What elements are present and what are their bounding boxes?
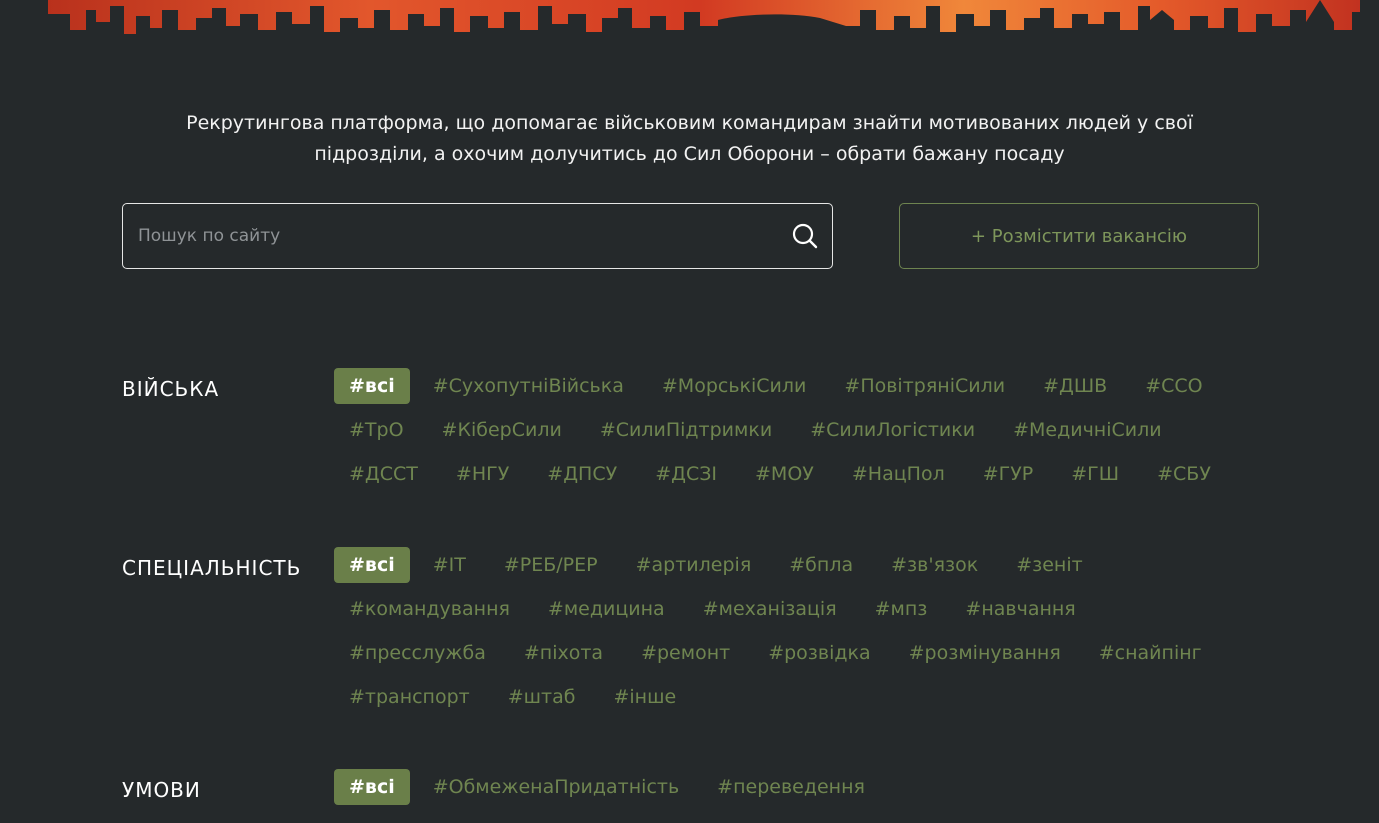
filter-tag[interactable]: #МОУ (740, 456, 829, 492)
filter-tag[interactable]: #навчання (950, 591, 1090, 627)
skyline-lower-fill (0, 40, 1379, 48)
tag-list-conditions: #всі #ОбмеженаПридатність #переведення (334, 769, 1244, 805)
filter-tag[interactable]: #ОбмеженаПридатність (418, 769, 694, 805)
filter-tag-active[interactable]: #всі (334, 547, 410, 583)
filter-tag[interactable]: #ГУР (968, 456, 1049, 492)
search-box[interactable] (122, 203, 833, 269)
filter-tag[interactable]: #снайпінг (1084, 635, 1217, 671)
filter-tag[interactable]: #ТрО (334, 412, 419, 448)
filter-tag[interactable]: #розмінування (894, 635, 1076, 671)
filter-tag[interactable]: #IT (418, 547, 481, 583)
filter-tag[interactable]: #зеніт (1001, 547, 1097, 583)
filter-tag[interactable]: #ДШВ (1028, 368, 1122, 404)
filter-tag[interactable]: #КіберСили (427, 412, 577, 448)
filter-tag[interactable]: #командування (334, 591, 525, 627)
filter-title-troops: ВІЙСЬКА (122, 377, 220, 401)
hero-banner-fire-skyline (0, 0, 1379, 48)
filter-tag[interactable]: #МорськіСили (647, 368, 822, 404)
filter-tag[interactable]: #СилиЛогістики (795, 412, 990, 448)
filter-group-conditions: УМОВИ #всі #ОбмеженаПридатність #переведен… (122, 769, 1259, 805)
filter-tag[interactable]: #артилерія (621, 547, 767, 583)
post-vacancy-button[interactable]: + Розмістити вакансію (899, 203, 1259, 269)
filter-tag[interactable]: #СБУ (1142, 456, 1226, 492)
filter-tag[interactable]: #НацПол (837, 456, 960, 492)
filter-tag[interactable]: #ремонт (626, 635, 745, 671)
search-icon[interactable] (792, 223, 818, 249)
filter-tag[interactable]: #піхота (509, 635, 618, 671)
filter-tag-active[interactable]: #всі (334, 769, 410, 805)
filter-tag[interactable]: #розвідка (753, 635, 885, 671)
filter-tag[interactable]: #СухопутніВійська (418, 368, 639, 404)
filter-tag[interactable]: #штаб (493, 679, 591, 715)
filter-tag[interactable]: #МедичніСили (998, 412, 1177, 448)
filter-tag[interactable]: #транспорт (334, 679, 485, 715)
filter-tag-active[interactable]: #всі (334, 368, 410, 404)
filter-tag[interactable]: #ССО (1130, 368, 1217, 404)
tag-list-specialty: #всі #IT #РЕБ/РЕР #артилерія #бпла #зв'язок #з… (334, 547, 1244, 715)
filter-title-conditions: УМОВИ (122, 778, 201, 802)
filter-tag[interactable]: #ПовітряніСили (829, 368, 1020, 404)
filter-tag[interactable]: #ГШ (1056, 456, 1134, 492)
search-input[interactable] (138, 226, 792, 246)
filter-tag[interactable]: #мпз (860, 591, 943, 627)
tagline-line-2: підрозділи, а охочим долучитись до Сил О… (314, 143, 1065, 165)
filter-group-specialty: СПЕЦІАЛЬНІСТЬ #всі #IT #РЕБ/РЕР #артилерія #… (122, 547, 1259, 715)
filter-tag[interactable]: #НГУ (441, 456, 524, 492)
filter-tag[interactable]: #СилиПідтримки (585, 412, 787, 448)
tag-list-troops: #всі #СухопутніВійська #МорськіСили #Повітр… (334, 368, 1244, 492)
filter-tag[interactable]: #зв'язок (876, 547, 993, 583)
filter-tag[interactable]: #інше (598, 679, 691, 715)
filter-tag[interactable]: #ДПСУ (532, 456, 632, 492)
filter-tag[interactable]: #ДССТ (334, 456, 433, 492)
filter-tag[interactable]: #пресслужба (334, 635, 501, 671)
fire-skyline-illustration (0, 0, 1379, 48)
filter-tag[interactable]: #медицина (533, 591, 680, 627)
filter-tag[interactable]: #ДСЗІ (640, 456, 732, 492)
tagline-line-1: Рекрутингова платформа, що допомагає вій… (186, 112, 1193, 134)
filter-group-troops: ВІЙСЬКА #всі #СухопутніВійська #МорськіСил… (122, 368, 1259, 492)
platform-tagline: Рекрутингова платформа, що допомагає вій… (0, 108, 1379, 170)
filter-tag[interactable]: #бпла (774, 547, 868, 583)
filter-tag[interactable]: #переведення (702, 769, 880, 805)
filter-tag[interactable]: #РЕБ/РЕР (489, 547, 613, 583)
filter-tag[interactable]: #механізація (688, 591, 852, 627)
filter-title-specialty: СПЕЦІАЛЬНІСТЬ (122, 556, 302, 580)
